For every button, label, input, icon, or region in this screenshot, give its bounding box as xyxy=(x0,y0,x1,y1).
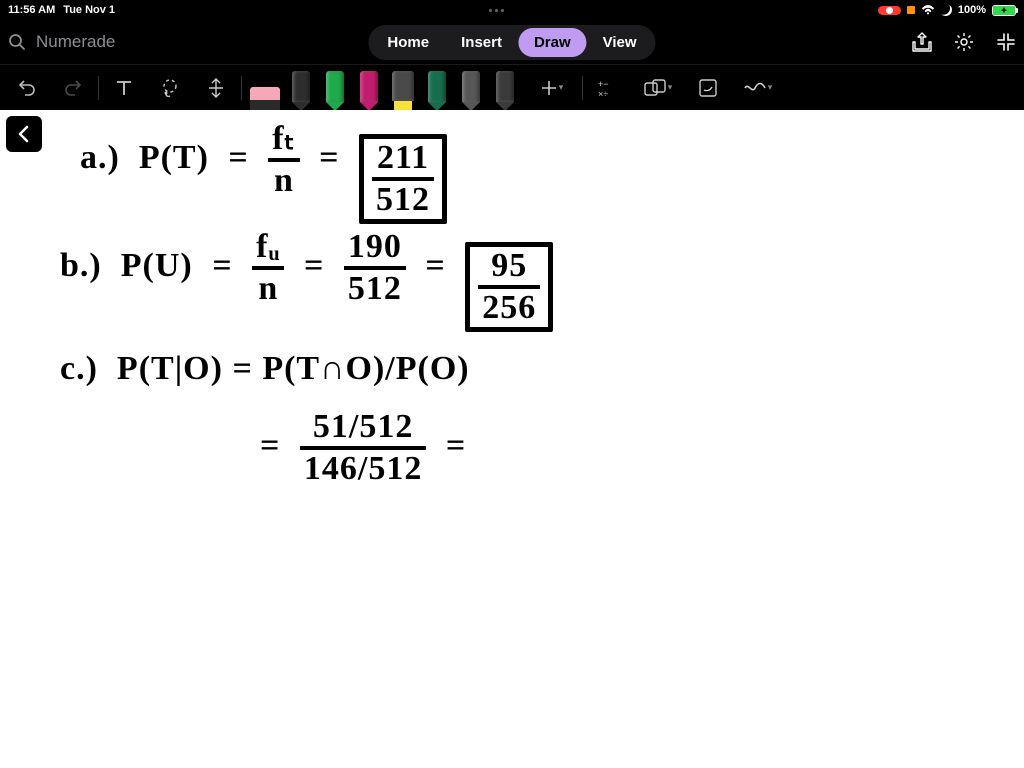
share-icon[interactable] xyxy=(912,32,932,52)
screen-recording-indicator[interactable] xyxy=(878,6,901,15)
pen-green[interactable] xyxy=(322,71,348,111)
equals-sign: = xyxy=(228,139,248,176)
status-date: Tue Nov 1 xyxy=(63,4,115,16)
pen-slate[interactable] xyxy=(492,71,518,111)
exit-fullscreen-icon[interactable] xyxy=(996,32,1016,52)
equals-sign: = xyxy=(319,139,339,176)
tab-insert[interactable]: Insert xyxy=(445,28,518,57)
part-label-c: c.) xyxy=(60,350,98,387)
toolbar-separator xyxy=(98,76,99,100)
equals-sign: = xyxy=(212,247,232,284)
fraction-190-over-512: 190 512 xyxy=(344,230,406,306)
part-label-b: b.) xyxy=(60,247,102,284)
do-not-disturb-icon xyxy=(941,5,952,16)
battery-percent: 100% xyxy=(958,4,986,16)
draw-toolbar: ▾ +−×÷ ▾ ▾ xyxy=(0,64,1024,110)
ink-to-shape-button[interactable]: ▾ xyxy=(631,65,685,111)
chevron-down-icon: ▾ xyxy=(668,82,673,93)
boxed-answer-b: 95 256 xyxy=(465,242,553,332)
toolbar-separator xyxy=(241,76,242,100)
pen-gallery xyxy=(244,65,524,111)
add-pen-button[interactable]: ▾ xyxy=(524,65,580,111)
text-tool-button[interactable] xyxy=(101,65,147,111)
toolbar-separator xyxy=(582,76,583,100)
wifi-icon xyxy=(921,5,935,15)
lasso-tool-button[interactable] xyxy=(147,65,193,111)
ink-replay-button[interactable]: ▾ xyxy=(731,65,785,111)
status-bar: 11:56 AM Tue Nov 1 100% ✦ xyxy=(0,0,1024,20)
ribbon-tabs: Home Insert Draw View xyxy=(368,25,655,60)
status-time: 11:56 AM xyxy=(8,4,55,16)
svg-text:+−: +− xyxy=(598,79,609,89)
boxed-answer-a: 211 512 xyxy=(359,134,447,224)
pen-magenta[interactable] xyxy=(356,71,382,111)
record-dot-icon xyxy=(886,7,893,14)
pen-teal[interactable] xyxy=(424,71,450,111)
pen-gray[interactable] xyxy=(458,71,484,111)
lhs-b: P(U) xyxy=(121,247,193,284)
equals-sign: = xyxy=(260,427,280,464)
equals-sign: = xyxy=(446,427,466,464)
insert-space-button[interactable] xyxy=(193,65,239,111)
fraction-fu-over-n: fᵤ n xyxy=(252,230,284,306)
part-label-a: a.) xyxy=(80,139,120,176)
lhs-a: P(T) xyxy=(139,139,209,176)
handwriting-line-c1: c.) P(T|O) = P(T∩O)/P(O) xyxy=(60,350,470,388)
pen-black[interactable] xyxy=(288,71,314,111)
tab-draw[interactable]: Draw xyxy=(518,28,587,57)
multitask-grabber-icon[interactable] xyxy=(489,9,504,12)
tab-view[interactable]: View xyxy=(587,28,653,57)
equals-sign: = xyxy=(425,247,445,284)
search-icon[interactable] xyxy=(8,33,26,51)
document-title[interactable]: Numerade xyxy=(36,32,115,52)
handwriting-line-a: a.) P(T) = fₜ n = 211 512 xyxy=(80,122,447,224)
equals-sign: = xyxy=(304,247,324,284)
note-canvas[interactable]: a.) P(T) = fₜ n = 211 512 b.) P(U) = fᵤ … xyxy=(0,110,1024,768)
svg-text:×÷: ×÷ xyxy=(598,89,608,98)
highlighter-yellow[interactable] xyxy=(390,71,416,111)
redo-button[interactable] xyxy=(50,65,96,111)
mic-in-use-icon xyxy=(907,6,915,14)
back-button[interactable] xyxy=(6,116,42,152)
expr-c-line1: P(T|O) = P(T∩O)/P(O) xyxy=(117,350,470,387)
eraser-tool[interactable] xyxy=(250,87,280,111)
math-tools-button[interactable]: +−×÷ xyxy=(585,65,631,111)
settings-gear-icon[interactable] xyxy=(954,32,974,52)
tab-home[interactable]: Home xyxy=(371,28,445,57)
handwriting-line-b: b.) P(U) = fᵤ n = 190 512 = 95 256 xyxy=(60,230,553,332)
chevron-down-icon: ▾ xyxy=(559,82,564,93)
fraction-ft-over-n: fₜ n xyxy=(268,122,299,198)
chevron-down-icon: ▾ xyxy=(768,82,773,93)
hide-ink-button[interactable] xyxy=(685,65,731,111)
title-bar: Numerade Home Insert Draw View xyxy=(0,20,1024,64)
undo-button[interactable] xyxy=(4,65,50,111)
battery-icon: ✦ xyxy=(992,5,1016,16)
fraction-compound: 51/512 146/512 xyxy=(300,410,426,486)
handwriting-line-c2: = 51/512 146/512 = xyxy=(250,410,476,486)
